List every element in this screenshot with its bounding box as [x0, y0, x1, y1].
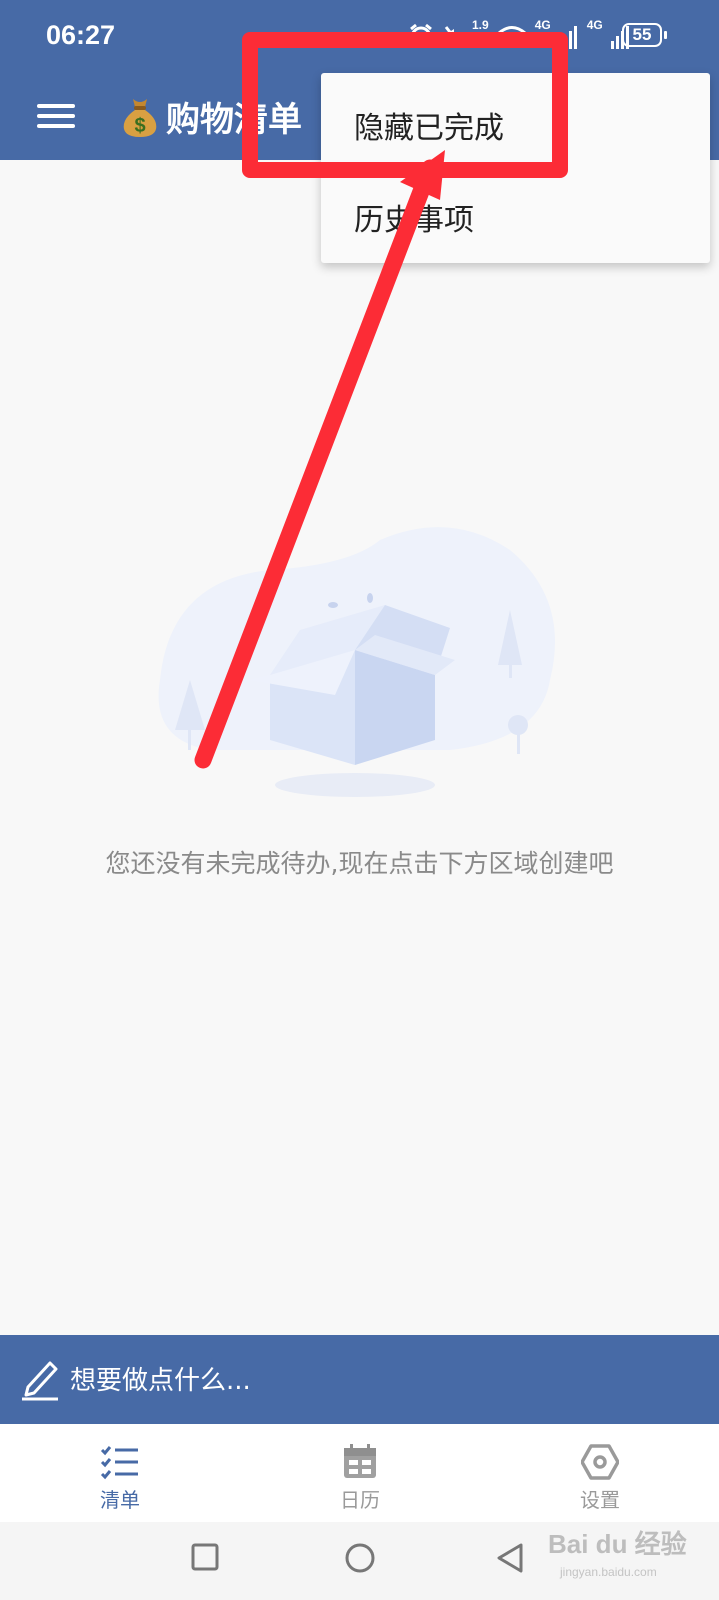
network-type-1: 4G	[534, 18, 551, 32]
money-bag-icon: $	[123, 98, 157, 137]
tab-list[interactable]: 清单	[60, 1424, 180, 1522]
menu-item-history[interactable]: 历史事项	[354, 195, 474, 239]
baidu-watermark: Bai du 经验	[548, 1529, 687, 1559]
overflow-menu: 隐藏已完成 历史事项	[321, 73, 710, 263]
calendar-icon	[344, 1444, 376, 1478]
alarm-icon	[410, 23, 432, 48]
checklist-icon	[100, 1446, 138, 1480]
status-icons: 1.9 4G 4G	[408, 18, 631, 54]
battery-indicator: 55	[622, 23, 667, 47]
menu-button[interactable]	[30, 96, 80, 136]
hexagon-settings-icon	[581, 1444, 619, 1480]
speed-label: 1.9	[472, 18, 489, 32]
hamburger-icon	[37, 104, 75, 108]
menu-item-hide-completed[interactable]: 隐藏已完成	[354, 103, 504, 147]
network-type-2: 4G	[586, 18, 603, 32]
status-time: 06:27	[46, 20, 116, 50]
open-box-illustration	[158, 527, 556, 797]
pencil-icon	[22, 1361, 58, 1401]
empty-state-message: 您还没有未完成待办,现在点击下方区域创建吧	[105, 849, 614, 878]
home-icon[interactable]	[343, 1542, 377, 1576]
tab-settings[interactable]: 设置	[540, 1424, 660, 1522]
bottom-tab-bar: 清单 日历 设置	[0, 1424, 719, 1522]
back-icon[interactable]	[495, 1542, 525, 1574]
page-title: $ 购物清单	[120, 92, 302, 141]
signal-icon	[558, 26, 577, 49]
tab-settings-label: 设置	[580, 1488, 620, 1512]
app-title-text: 购物清单	[166, 100, 302, 140]
wifi-icon	[497, 26, 526, 46]
tab-calendar[interactable]: 日历	[300, 1424, 420, 1522]
input-placeholder: 想要做点什么...	[70, 1366, 251, 1396]
recents-icon[interactable]	[190, 1542, 220, 1572]
watermark-url: jingyan.baidu.com	[560, 1565, 657, 1579]
svg-text:$: $	[134, 115, 145, 137]
tab-calendar-label: 日历	[340, 1488, 380, 1512]
new-task-input[interactable]: 想要做点什么...	[0, 1335, 719, 1424]
tab-list-label: 清单	[100, 1488, 140, 1512]
mute-icon	[444, 26, 462, 46]
